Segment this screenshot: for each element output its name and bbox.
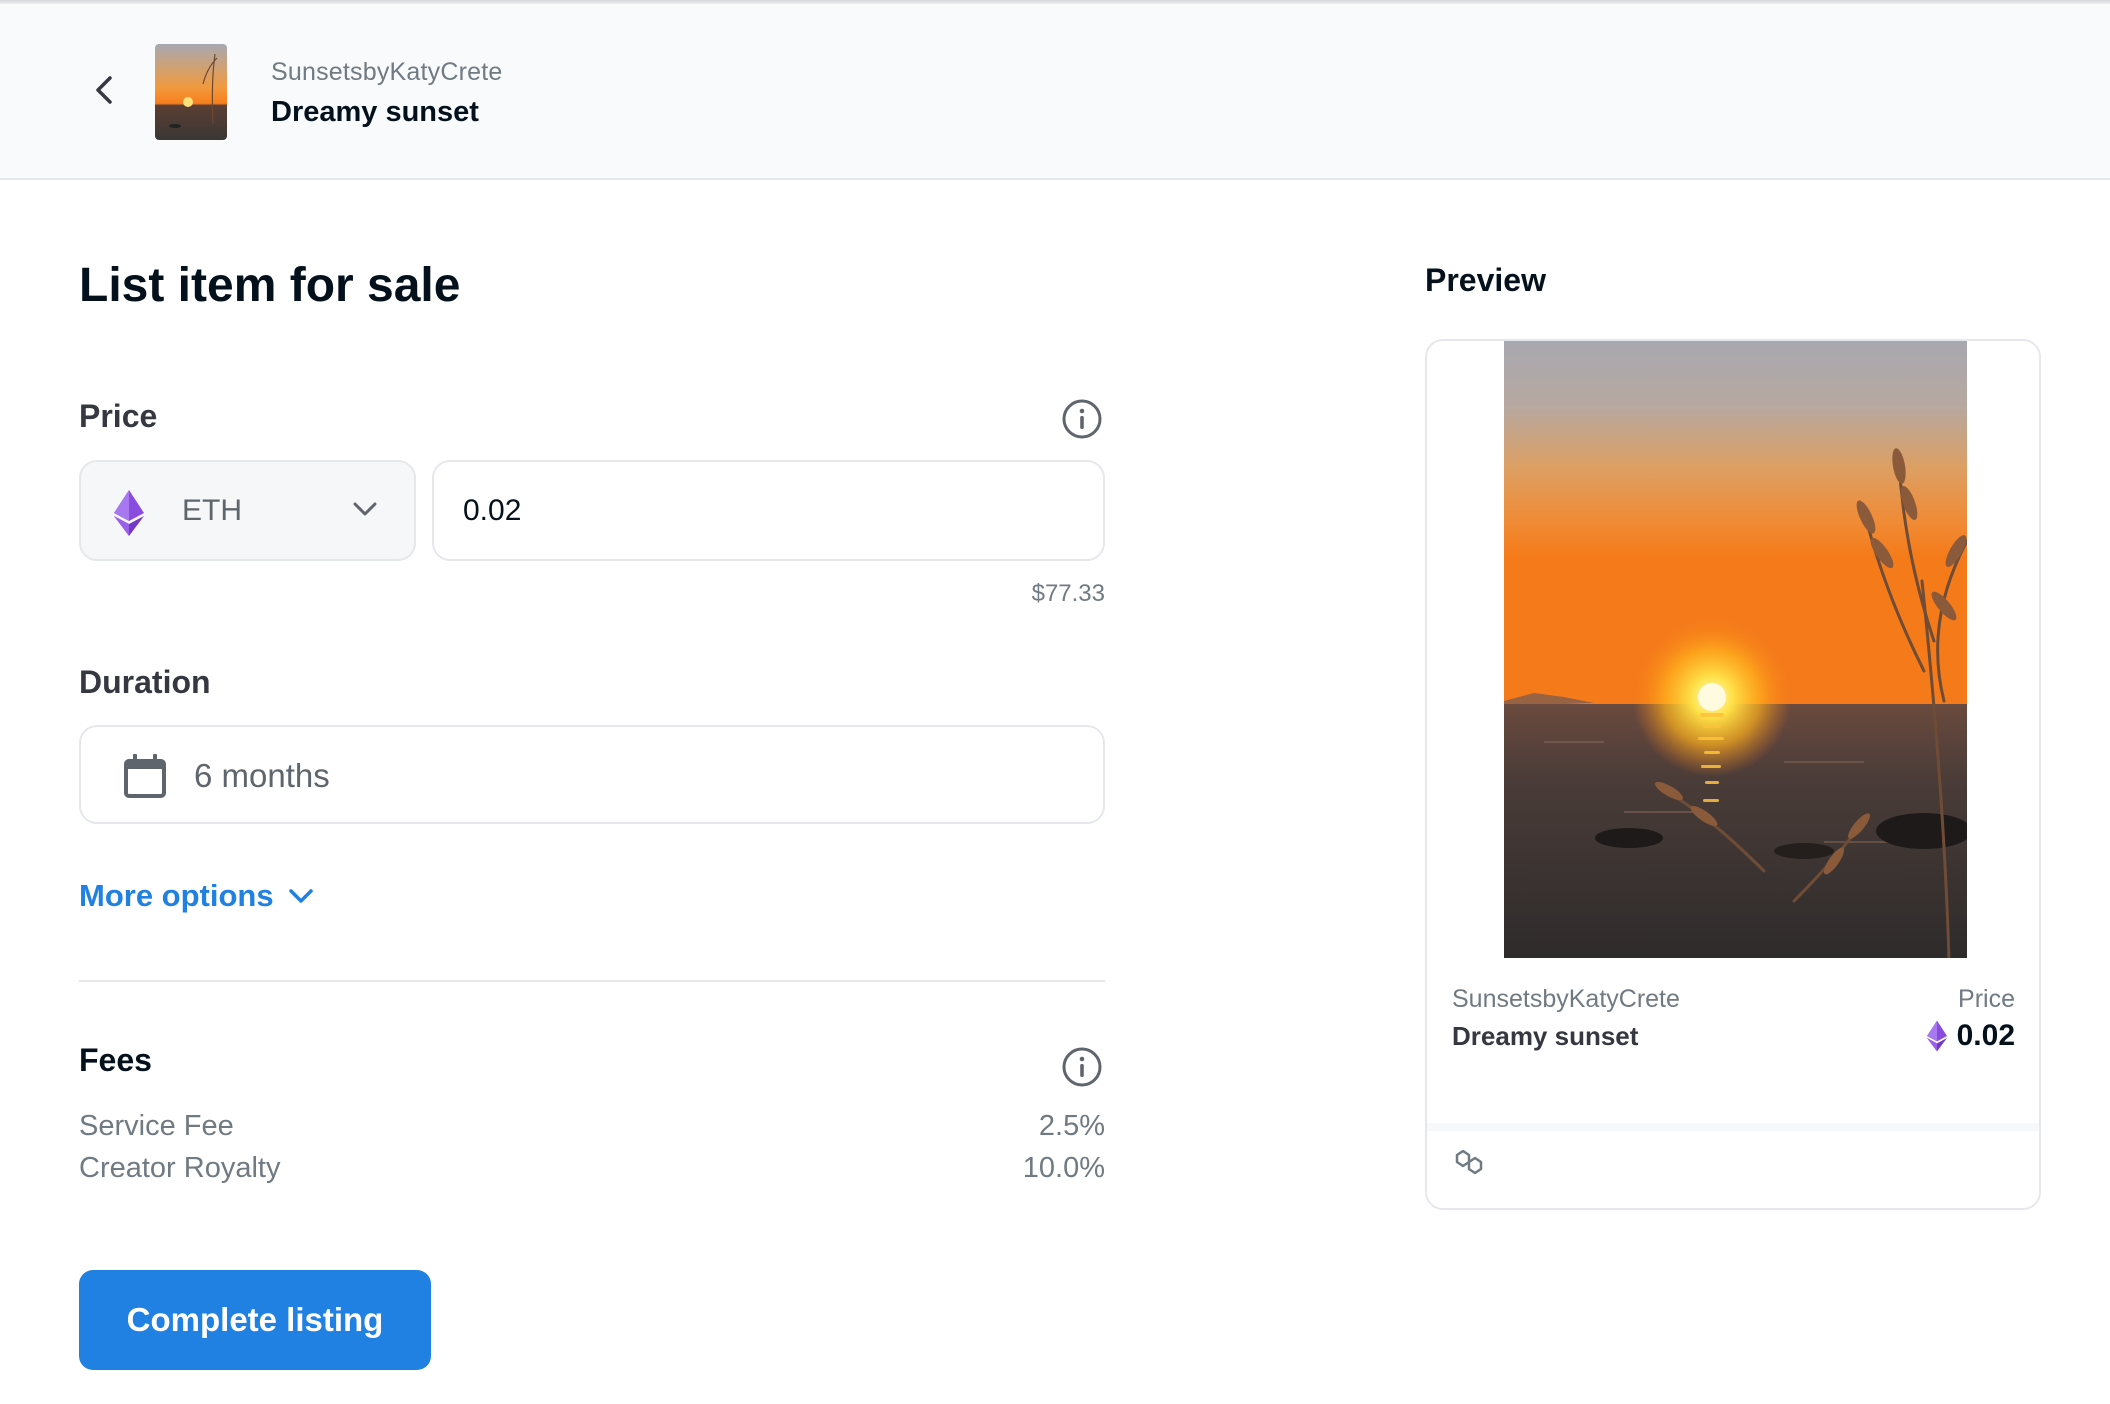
fees-label: Fees — [79, 1042, 152, 1078]
preview-label: Preview — [1425, 262, 1546, 298]
ethereum-icon — [1926, 1020, 1947, 1052]
preview-item-title: Dreamy sunset — [1452, 1021, 1639, 1051]
chevron-down-icon — [288, 889, 313, 903]
item-header: SunsetsbyKatyCrete Dreamy sunset — [0, 4, 2110, 180]
usd-conversion: $77.33 — [1031, 580, 1105, 607]
fee-value: 2.5% — [1038, 1110, 1105, 1142]
preview-collection-name: SunsetsbyKatyCrete — [1452, 985, 1680, 1013]
preview-price-value: 0.02 — [1956, 1019, 2015, 1052]
info-icon[interactable] — [1061, 1046, 1103, 1088]
header-item-title: Dreamy sunset — [271, 96, 479, 128]
preview-price-label: Price — [1958, 985, 2015, 1013]
item-thumbnail[interactable] — [155, 44, 227, 140]
fee-name: Creator Royalty — [79, 1152, 281, 1184]
info-icon[interactable] — [1061, 398, 1103, 440]
preview-price: 0.02 — [1926, 1019, 2015, 1053]
header-collection-name[interactable]: SunsetsbyKatyCrete — [271, 58, 503, 87]
price-input[interactable] — [432, 460, 1105, 561]
fee-row-royalty: Creator Royalty 10.0% — [79, 1152, 1105, 1185]
complete-listing-button[interactable]: Complete listing — [79, 1270, 431, 1370]
fee-value: 10.0% — [1022, 1152, 1105, 1184]
chevron-down-icon — [353, 502, 377, 516]
duration-label: Duration — [79, 664, 211, 700]
more-options-toggle[interactable]: More options — [79, 878, 314, 914]
calendar-icon — [124, 754, 166, 798]
fee-name: Service Fee — [79, 1110, 234, 1142]
page-title: List item for sale — [79, 259, 461, 312]
duration-select[interactable]: 6 months — [79, 725, 1105, 824]
chevron-left-icon — [96, 76, 112, 104]
price-label: Price — [79, 398, 158, 434]
preview-card[interactable]: SunsetsbyKatyCrete Dreamy sunset Price 0… — [1425, 339, 2041, 1210]
preview-card-footer — [1427, 1123, 2039, 1208]
section-divider — [79, 980, 1105, 982]
back-button[interactable] — [84, 70, 124, 110]
ethereum-icon — [114, 490, 144, 536]
more-options-label: More options — [79, 878, 274, 913]
duration-value: 6 months — [194, 757, 330, 794]
polygon-icon — [1455, 1149, 1483, 1175]
currency-value: ETH — [182, 494, 242, 527]
fee-row-service: Service Fee 2.5% — [79, 1110, 1105, 1143]
currency-select[interactable]: ETH — [79, 460, 416, 561]
preview-image — [1504, 341, 1967, 958]
